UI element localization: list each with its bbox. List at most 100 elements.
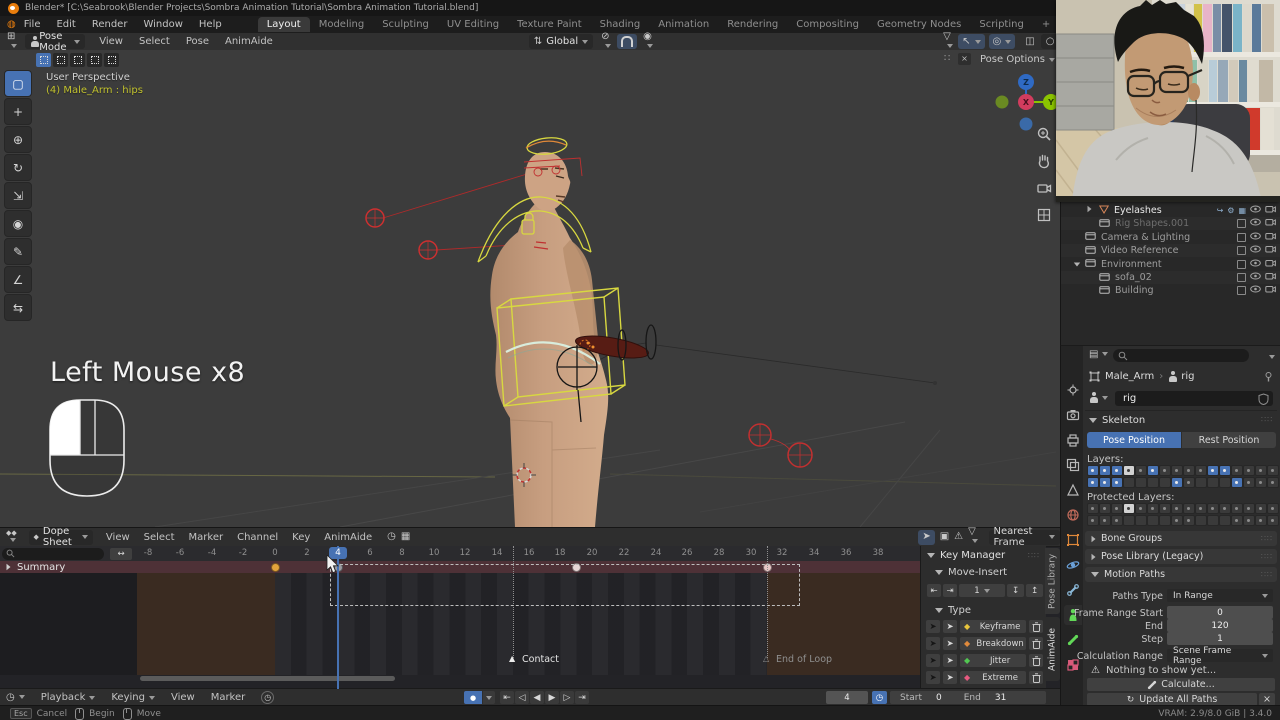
hide-eye-icon[interactable] [1250,245,1261,256]
protected-layer-toggle[interactable] [1135,503,1147,514]
sidebar-tab-animaide[interactable]: AnimAide [1045,617,1060,681]
hide-eye-icon[interactable] [1250,218,1261,229]
properties-tab-world[interactable] [1064,505,1082,525]
disable-render-icon[interactable] [1265,259,1276,270]
camera-view-icon[interactable] [1036,180,1052,196]
type-header[interactable]: Type [935,605,1046,616]
assign-breakdown-button[interactable]: ◆ Breakdown [960,637,1026,650]
pin-icon[interactable] [1263,371,1274,382]
tool-transform[interactable]: ◉ [4,210,32,237]
setting-step-field[interactable]: 1 [1167,632,1273,645]
tab-scripting[interactable]: Scripting [970,17,1032,32]
sidebar-tab-pose-library[interactable]: Pose Library [1045,548,1060,614]
properties-editor-icon[interactable]: ▤ [1089,350,1109,360]
armature-layer-toggle[interactable] [1147,477,1159,488]
disable-render-icon[interactable] [1265,245,1276,256]
protected-layer-toggle[interactable] [1159,515,1171,526]
amount-field[interactable]: 1 [959,584,1005,597]
zoom-icon[interactable] [1036,126,1052,142]
timeline-menu-playback[interactable]: Playback [33,692,104,703]
delete-breakdown-button[interactable] [1029,637,1043,650]
disable-render-icon[interactable] [1265,205,1276,216]
jump-start-button[interactable]: ⇤ [500,691,514,704]
protected-layer-toggle[interactable] [1111,503,1123,514]
armature-layer-toggle[interactable] [1243,477,1255,488]
protected-layer-toggle[interactable] [1195,503,1207,514]
insert-above-button[interactable]: ↥ [1026,584,1043,597]
tab-modeling[interactable]: Modeling [310,17,374,32]
protected-layer-toggle[interactable] [1123,503,1135,514]
pan-hand-icon[interactable] [1036,153,1052,169]
protected-layer-toggle[interactable] [1219,515,1231,526]
auto-keying-toggle[interactable]: ● [464,691,482,704]
proportional-editing-dropdown[interactable]: ◉ [643,31,654,52]
protected-layer-toggle[interactable] [1267,503,1279,514]
panel-grip-icon[interactable]: ∷∷ [1261,415,1273,424]
calculate-button[interactable]: Calculate... [1087,678,1275,691]
armature-layer-toggle[interactable] [1171,465,1183,476]
setting-frame-range-start-field[interactable]: 0 [1167,606,1273,619]
disable-render-icon[interactable] [1265,285,1276,296]
protected-layer-toggle[interactable] [1231,515,1243,526]
armature-layer-toggle[interactable] [1123,465,1135,476]
armature-layer-toggle[interactable] [1219,465,1231,476]
protected-layer-toggle[interactable] [1159,503,1171,514]
tab-texture-paint[interactable]: Texture Paint [508,17,591,32]
protected-layer-toggle[interactable] [1243,515,1255,526]
panel-header-pose-library-legacy[interactable]: Pose Library (Legacy) ∷∷ [1085,549,1277,564]
viewport-menu-animaide[interactable]: AnimAide [217,36,281,47]
dope-menu-view[interactable]: View [99,532,137,543]
armature-layer-toggle[interactable] [1111,477,1123,488]
shield-icon[interactable] [1258,392,1269,405]
tool-rotate[interactable]: ↻ [4,154,32,181]
protected-layer-toggle[interactable] [1183,503,1195,514]
tab-rendering[interactable]: Rendering [718,17,787,32]
protected-layer-toggle[interactable] [1171,503,1183,514]
frame-range-controls[interactable]: Start 0 End 31 [890,691,1046,704]
protected-layer-toggle[interactable] [1255,503,1267,514]
hand-controllers[interactable] [365,208,438,260]
delete-keyframe-button[interactable] [1029,620,1043,633]
delete-jitter-button[interactable] [1029,654,1043,667]
protected-layer-toggle[interactable] [1147,515,1159,526]
protected-layer-toggle[interactable] [1099,515,1111,526]
armature-layer-toggle[interactable] [1183,477,1195,488]
protected-layer-toggle[interactable] [1255,515,1267,526]
properties-tab-object[interactable] [1064,530,1082,550]
tool-cursor[interactable]: + [4,98,32,125]
panel-header-bone-groups[interactable]: Bone Groups ∷∷ [1085,531,1277,546]
motion-paths-panel-header[interactable]: Motion Paths ∷∷ [1085,567,1277,582]
breadcrumb-object[interactable]: Male_Arm [1105,371,1154,382]
select-mode-tweak[interactable] [36,53,51,67]
show-gizmo-toggle[interactable]: ↖ [958,34,985,49]
dope-menu-select[interactable]: Select [137,532,182,543]
tab-animation[interactable]: Animation [649,17,718,32]
armature-layer-toggle[interactable] [1195,477,1207,488]
protected-layer-toggle[interactable] [1099,503,1111,514]
select-mode-select-lasso[interactable] [87,53,102,67]
protected-layer-toggle[interactable] [1231,503,1243,514]
jump-end-button[interactable]: ⇥ [575,691,589,704]
deselect-keys-icon[interactable]: ➤ [943,654,957,667]
armature-layer-toggle[interactable] [1231,465,1243,476]
properties-tab-scene[interactable] [1064,480,1082,500]
viewport-menu-view[interactable]: View [91,36,131,47]
disable-render-icon[interactable] [1265,218,1276,229]
armature-layer-toggle[interactable] [1219,477,1231,488]
filter-icon[interactable]: ▽ [968,527,980,547]
protected-layer-toggle[interactable] [1243,503,1255,514]
editor-type-icon[interactable]: ◆◆ [6,530,21,544]
protected-layer-toggle[interactable] [1183,515,1195,526]
select-mode-cursor-mode[interactable] [104,53,119,67]
setting-paths-type-dropdown[interactable]: In Range [1167,589,1273,602]
armature-layer-toggle[interactable] [1099,477,1111,488]
expand-channels-button[interactable]: ↔ [110,547,132,560]
protected-layer-toggle[interactable] [1087,503,1099,514]
properties-tab-view-layer[interactable] [1064,455,1082,475]
timeline-menu-keying[interactable]: Keying [103,692,163,703]
breadcrumb-data[interactable]: rig [1181,371,1194,382]
select-keys-icon[interactable]: ➤ [926,671,940,684]
armature-layer-toggle[interactable] [1207,465,1219,476]
armature-layer-toggle[interactable] [1255,477,1267,488]
protected-layer-toggle[interactable] [1123,515,1135,526]
